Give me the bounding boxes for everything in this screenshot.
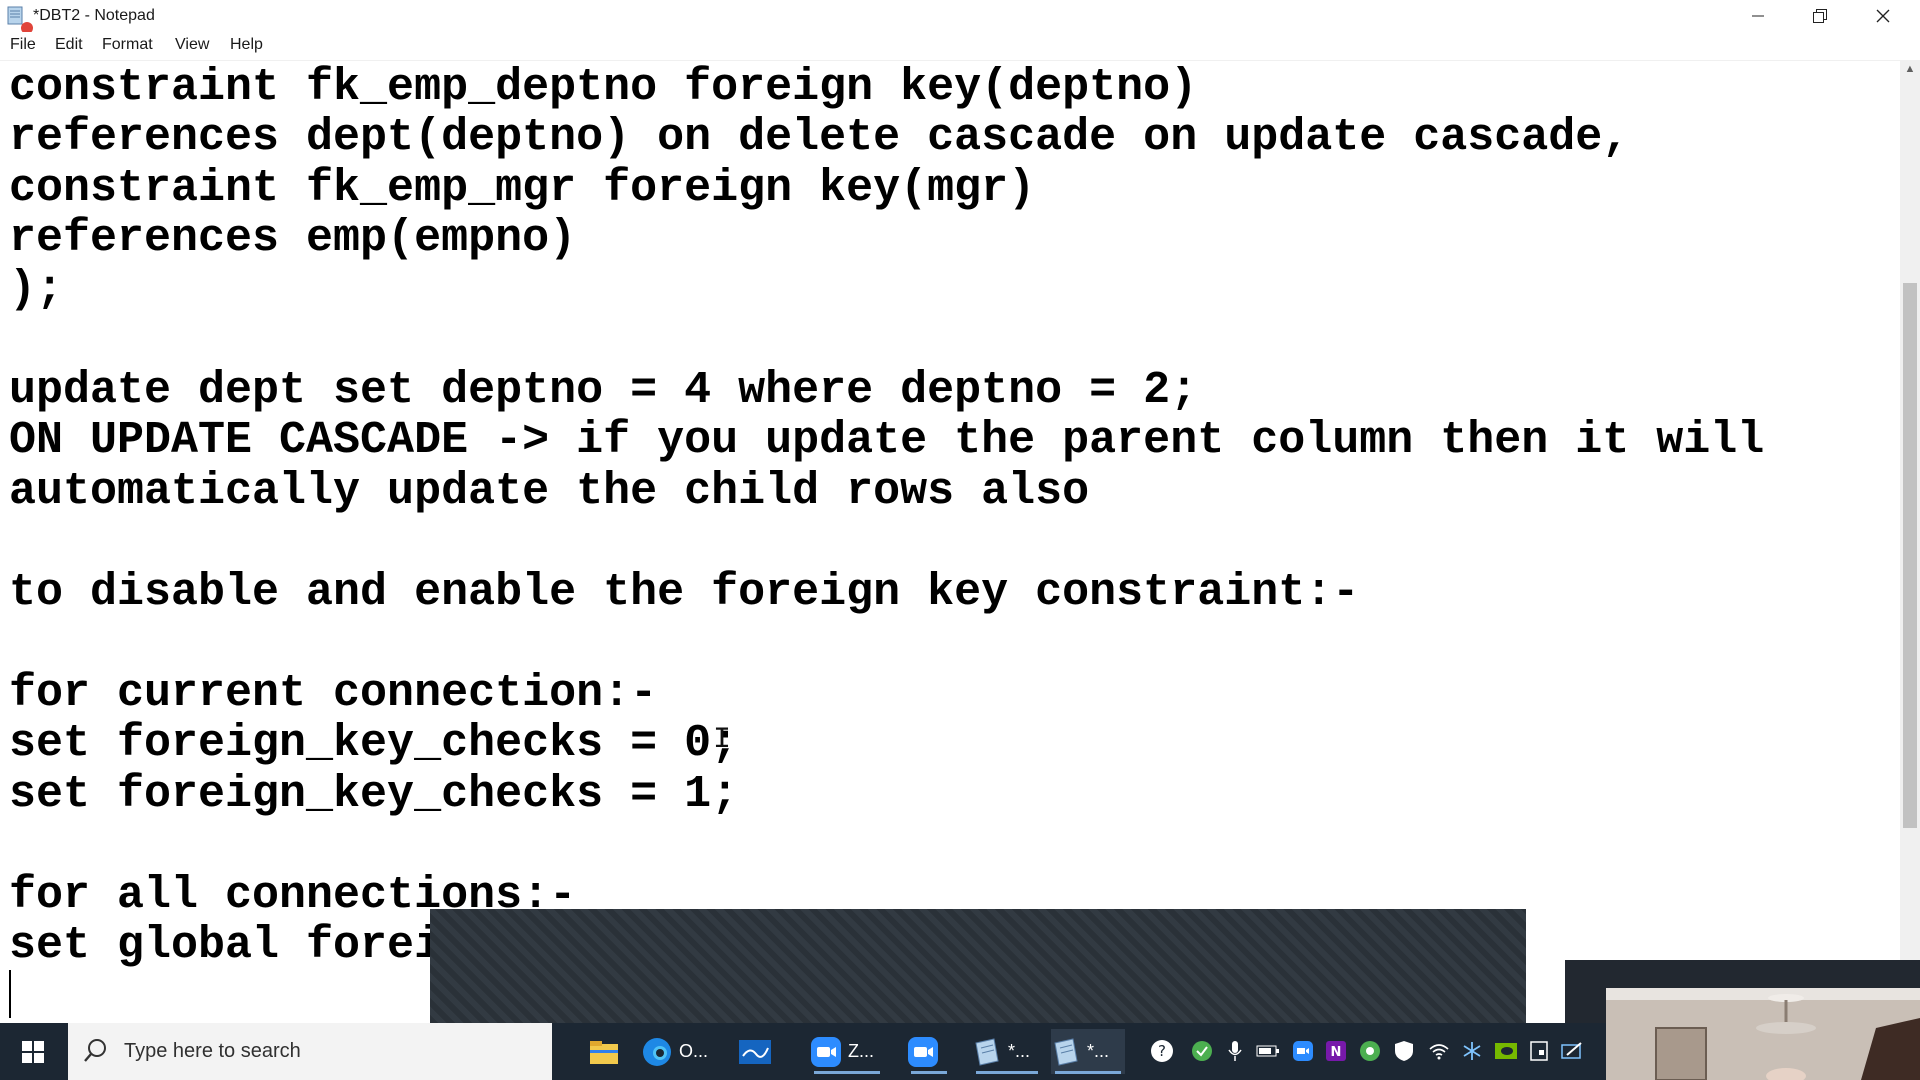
editor-line: update dept set deptno = 4 where deptno … xyxy=(9,365,1198,416)
taskbar-app-file-explorer[interactable] xyxy=(588,1029,632,1074)
scroll-up-arrow-icon[interactable]: ▲ xyxy=(1900,63,1920,81)
close-icon xyxy=(1876,9,1890,23)
taskbar-app-edge[interactable]: O... xyxy=(641,1029,719,1074)
zoom-icon xyxy=(811,1036,841,1067)
editor-line: to disable and enable the foreign key co… xyxy=(9,567,1360,618)
menu-bar: File Edit Format View Help xyxy=(0,32,1920,61)
editor-line: references dept(deptno) on delete cascad… xyxy=(9,112,1630,163)
ibeam-cursor-icon: I xyxy=(713,723,732,757)
scroll-thumb[interactable] xyxy=(1903,283,1917,828)
wifi-icon xyxy=(1429,1044,1449,1060)
taskbar-app-label: Z... xyxy=(848,1041,874,1061)
editor-line: ); xyxy=(9,264,64,315)
check-shield-icon xyxy=(1192,1041,1212,1061)
file-explorer-icon xyxy=(590,1040,618,1064)
webcam-video-preview xyxy=(1606,988,1920,1080)
pen-tray-icon[interactable] xyxy=(1560,1039,1584,1063)
zoom-small-icon xyxy=(1293,1041,1313,1061)
device-tray-icon[interactable] xyxy=(1527,1039,1551,1063)
help-tray-icon[interactable]: ? xyxy=(1150,1039,1174,1063)
minimize-icon xyxy=(1752,15,1764,17)
taskbar-app-zoom-meeting[interactable] xyxy=(907,1029,951,1074)
taskbar-app-label: *... xyxy=(1087,1041,1110,1061)
start-button[interactable] xyxy=(0,1023,66,1080)
nvidia-icon xyxy=(1495,1043,1517,1059)
editor-line: set global forei xyxy=(9,920,442,971)
search-icon xyxy=(84,1039,106,1062)
editor-line: constraint fk_emp_deptno foreign key(dep… xyxy=(9,62,1198,113)
pen-icon xyxy=(1561,1042,1582,1059)
taskbar-app-zoom[interactable]: Z... xyxy=(810,1029,884,1074)
green-circle-app-icon xyxy=(1360,1041,1380,1061)
nvidia-tray-icon[interactable] xyxy=(1494,1039,1518,1063)
taskbar-app-notepad-1[interactable]: *... xyxy=(972,1029,1042,1074)
onenote-tray-icon[interactable]: N xyxy=(1324,1039,1348,1063)
editor-line: for current connection:- xyxy=(9,668,658,719)
editor-line: references emp(empno) xyxy=(9,213,577,264)
menu-edit[interactable]: Edit xyxy=(55,36,83,54)
title-bar[interactable]: *DBT2 - Notepad xyxy=(0,0,1920,34)
notepad-icon xyxy=(975,1037,999,1066)
microphone-icon xyxy=(1228,1041,1242,1061)
battery-tray-icon[interactable] xyxy=(1256,1039,1280,1063)
notepad-icon xyxy=(1054,1037,1078,1066)
search-placeholder: Type here to search xyxy=(124,1040,301,1062)
wifi-tray-icon[interactable] xyxy=(1427,1039,1451,1063)
menu-help[interactable]: Help xyxy=(230,36,263,54)
microphone-tray-icon[interactable] xyxy=(1223,1039,1247,1063)
help-icon: ? xyxy=(1151,1040,1173,1062)
svg-text:?: ? xyxy=(1158,1042,1166,1060)
menu-view[interactable]: View xyxy=(175,36,209,54)
vertical-scrollbar[interactable]: ▲ xyxy=(1900,61,1920,1023)
whiteboard-icon xyxy=(739,1039,771,1064)
text-caret xyxy=(9,970,11,1018)
close-button[interactable] xyxy=(1853,0,1913,32)
webcam-scene-image xyxy=(1606,988,1920,1080)
running-indicator xyxy=(814,1071,880,1074)
taskbar-app-label: O... xyxy=(679,1041,709,1061)
onenote-icon: N xyxy=(1326,1041,1346,1061)
running-indicator xyxy=(976,1071,1038,1074)
svg-text:N: N xyxy=(1331,1045,1342,1060)
running-indicator xyxy=(911,1071,947,1074)
zoom-tray-icon[interactable] xyxy=(1291,1039,1315,1063)
zoom-meeting-icon xyxy=(908,1036,938,1067)
bluetooth-tray-icon[interactable] xyxy=(1460,1039,1484,1063)
tablet-icon xyxy=(1530,1041,1548,1061)
restore-icon xyxy=(1813,9,1827,23)
security-tray-icon[interactable] xyxy=(1190,1039,1214,1063)
shield-icon xyxy=(1395,1041,1413,1061)
menu-file[interactable]: File xyxy=(10,36,36,54)
restore-button[interactable] xyxy=(1790,0,1850,32)
window-title: *DBT2 - Notepad xyxy=(33,7,155,24)
app-tray-icon[interactable] xyxy=(1358,1039,1382,1063)
taskbar-search-box[interactable]: Type here to search xyxy=(68,1023,552,1080)
defender-tray-icon[interactable] xyxy=(1392,1039,1416,1063)
editor-line: set foreign_key_checks = 1; xyxy=(9,769,739,820)
editor-line: constraint fk_emp_mgr foreign key(mgr) xyxy=(9,163,1036,214)
taskbar-app-whiteboard[interactable] xyxy=(738,1029,782,1074)
taskbar-app-label: *... xyxy=(1008,1041,1031,1061)
menu-format[interactable]: Format xyxy=(102,36,153,54)
edge-icon xyxy=(643,1037,671,1066)
editor-line: set foreign_key_checks = 0; xyxy=(9,718,739,769)
snowflake-icon xyxy=(1463,1042,1481,1060)
battery-icon xyxy=(1256,1045,1279,1057)
taskbar-app-notepad-2[interactable]: *... xyxy=(1051,1029,1125,1074)
editor-line: ON UPDATE CASCADE -> if you update the p… xyxy=(9,415,1765,466)
text-editor[interactable]: constraint fk_emp_deptno foreign key(dep… xyxy=(0,61,1900,1023)
notepad-window: *DBT2 - Notepad File Edit Format View He… xyxy=(0,0,1920,1023)
screen-share-overlay xyxy=(430,909,1526,1023)
minimize-button[interactable] xyxy=(1728,0,1788,32)
editor-line: automatically update the child rows also xyxy=(9,466,1090,517)
running-indicator xyxy=(1055,1071,1121,1074)
windows-logo-icon xyxy=(22,1040,44,1063)
